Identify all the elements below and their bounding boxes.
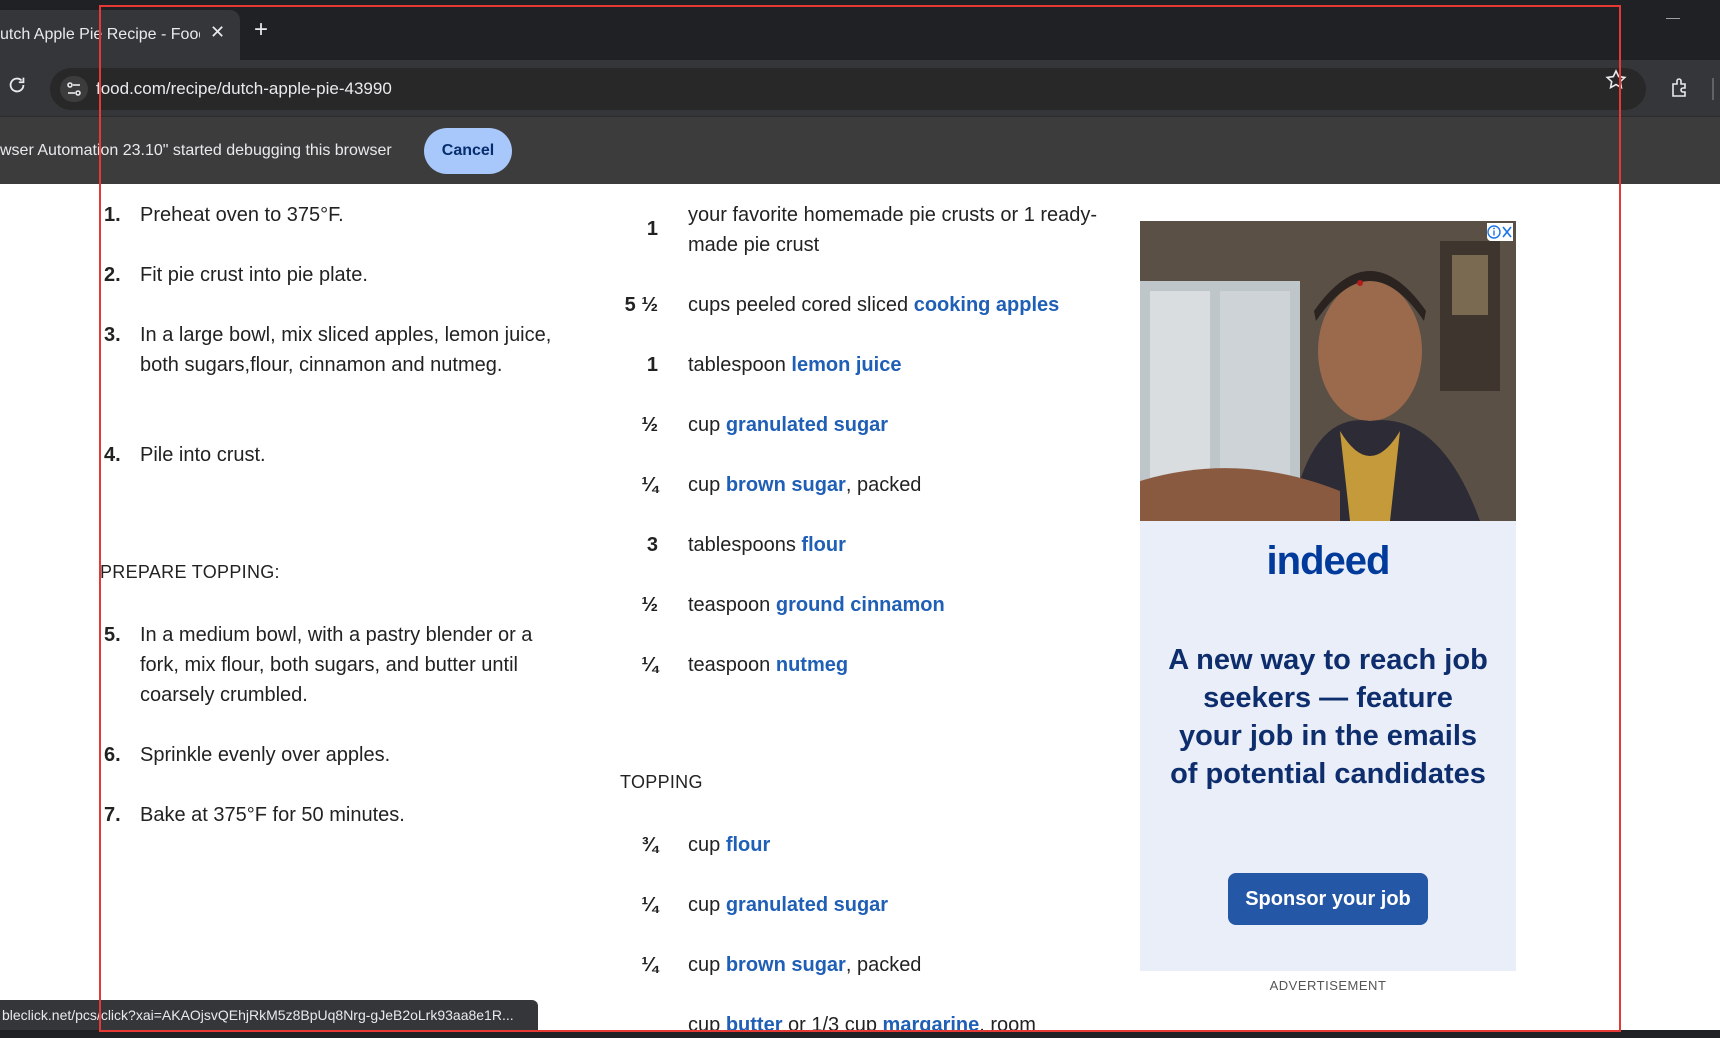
ingredient-text: cup granulated sugar bbox=[688, 890, 1108, 920]
ingredient-qty: 3 bbox=[646, 534, 658, 556]
ingredient-qty: ½ bbox=[641, 414, 658, 436]
step-text: Sprinkle evenly over apples. bbox=[140, 744, 391, 766]
step-text: Pile into crust. bbox=[140, 444, 266, 466]
ingredient-text: cup flour bbox=[688, 830, 1108, 860]
ingredient-text: tablespoons flour bbox=[688, 530, 1108, 560]
ingredient-unit: cup bbox=[688, 834, 726, 856]
ingredient-qty: 1 bbox=[646, 354, 658, 376]
recipe-page: 1. Preheat oven to 375°F. 2. Fit pie cru… bbox=[0, 184, 1720, 1038]
step-text: Bake at 375°F for 50 minutes. bbox=[140, 804, 405, 826]
step-number: 1. bbox=[104, 204, 121, 226]
ingredient-unit: teaspoon bbox=[688, 594, 776, 616]
ingredient-qty: ¼ bbox=[641, 954, 658, 976]
site-info-icon[interactable] bbox=[60, 76, 88, 102]
ingredient-qty: ½ bbox=[641, 594, 658, 616]
ingredient-text: tablespoon lemon juice bbox=[688, 350, 1108, 380]
new-tab-icon[interactable]: + bbox=[254, 18, 268, 42]
ingredient-unit: cup bbox=[688, 954, 726, 976]
toolbar-separator bbox=[1712, 78, 1714, 100]
ingredient-unit: cup bbox=[688, 894, 726, 916]
window-bottom-edge bbox=[0, 1030, 1720, 1038]
ingredient-qty: ¼ bbox=[641, 894, 658, 916]
ingredient-text: cup brown sugar, packed bbox=[688, 470, 1108, 500]
url-text[interactable]: food.com/recipe/dutch-apple-pie-43990 bbox=[96, 79, 392, 99]
bookmark-star-icon[interactable] bbox=[1604, 68, 1628, 92]
ad-close-icon[interactable] bbox=[1487, 223, 1513, 241]
ingredient-link[interactable]: flour bbox=[726, 834, 770, 856]
minimize-icon[interactable] bbox=[1666, 18, 1680, 19]
step-number: 5. bbox=[104, 624, 121, 646]
step-text: Fit pie crust into pie plate. bbox=[140, 264, 368, 286]
tab-close-icon[interactable]: ✕ bbox=[210, 22, 225, 43]
step-number: 2. bbox=[104, 264, 121, 286]
cancel-button[interactable]: Cancel bbox=[424, 128, 512, 174]
step-number: 7. bbox=[104, 804, 121, 826]
ingredient-text: teaspoon ground cinnamon bbox=[688, 590, 1108, 620]
ingredient-link[interactable]: brown sugar bbox=[726, 474, 846, 496]
ingredient-unit: cup bbox=[688, 474, 726, 496]
ingredient-link[interactable]: lemon juice bbox=[791, 354, 901, 376]
extensions-icon[interactable] bbox=[1668, 76, 1692, 100]
ingredient-qty: ¼ bbox=[641, 654, 658, 676]
ingredient-qty: ¼ bbox=[641, 474, 658, 496]
ingredient-unit: tablespoon bbox=[688, 354, 792, 376]
step-text: Preheat oven to 375°F. bbox=[140, 204, 344, 226]
ingredient-link[interactable]: flour bbox=[801, 534, 845, 556]
ingredient-link[interactable]: cooking apples bbox=[914, 294, 1060, 316]
ingredient-text: your favorite homemade pie crusts or 1 r… bbox=[688, 204, 1098, 256]
advertisement[interactable]: indeed A new way to reach job seekers — … bbox=[1140, 221, 1516, 971]
ingredient-unit: cups peeled cored sliced bbox=[688, 294, 914, 316]
ingredient-unit: teaspoon bbox=[688, 654, 776, 676]
ingredient-link[interactable]: granulated sugar bbox=[726, 894, 888, 916]
status-url-bubble: bleclick.net/pcs/click?xai=AKAOjsvQEhjRk… bbox=[0, 1000, 538, 1030]
ingredient-qty: ¾ bbox=[641, 834, 658, 856]
tab-strip: utch Apple Pie Recipe - Food. ✕ + bbox=[0, 0, 1720, 60]
ingredient-link[interactable]: granulated sugar bbox=[726, 414, 888, 436]
ingredient-note: , packed bbox=[845, 954, 922, 976]
step-number: 3. bbox=[104, 324, 121, 346]
step-number: 4. bbox=[104, 444, 121, 466]
tab-title: utch Apple Pie Recipe - Food. bbox=[0, 26, 200, 43]
prepare-topping-heading: PREPARE TOPPING: bbox=[100, 562, 280, 582]
indeed-logo: indeed bbox=[1266, 539, 1391, 583]
advertisement-label: ADVERTISEMENT bbox=[1269, 978, 1387, 993]
ingredient-text: cup brown sugar, packed bbox=[688, 950, 1108, 980]
ingredient-qty: 1 bbox=[646, 218, 658, 240]
ingredient-text: teaspoon nutmeg bbox=[688, 650, 1108, 680]
ingredient-link[interactable]: ground cinnamon bbox=[776, 594, 945, 616]
address-bar[interactable]: food.com/recipe/dutch-apple-pie-43990 bbox=[50, 68, 1646, 110]
infobar-message: wser Automation 23.10" started debugging… bbox=[0, 142, 392, 159]
ad-headline: A new way to reach job seekers — feature… bbox=[1168, 644, 1488, 790]
step-number: 6. bbox=[104, 744, 121, 766]
ingredient-link[interactable]: brown sugar bbox=[726, 954, 846, 976]
ingredient-note: , packed bbox=[845, 474, 922, 496]
ingredient-text: cups peeled cored sliced cooking apples bbox=[688, 290, 1108, 320]
ingredient-text: cup granulated sugar bbox=[688, 410, 1108, 440]
step-text: In a large bowl, mix sliced apples, lemo… bbox=[140, 324, 552, 376]
browser-toolbar: food.com/recipe/dutch-apple-pie-43990 bbox=[0, 60, 1720, 116]
step-text: In a medium bowl, with a pastry blender … bbox=[140, 624, 533, 706]
sponsor-job-button[interactable]: Sponsor your job bbox=[1228, 873, 1428, 925]
ad-photo bbox=[1140, 221, 1516, 521]
topping-heading: TOPPING bbox=[620, 772, 703, 792]
active-tab[interactable]: utch Apple Pie Recipe - Food. ✕ bbox=[0, 10, 240, 60]
ingredient-unit: tablespoons bbox=[688, 534, 802, 556]
ingredient-qty: 5 ½ bbox=[624, 294, 658, 316]
ingredient-link[interactable]: nutmeg bbox=[776, 654, 848, 676]
ingredient-unit: cup bbox=[688, 414, 726, 436]
reload-icon[interactable] bbox=[6, 74, 28, 96]
debugging-infobar: wser Automation 23.10" started debugging… bbox=[0, 116, 1720, 184]
